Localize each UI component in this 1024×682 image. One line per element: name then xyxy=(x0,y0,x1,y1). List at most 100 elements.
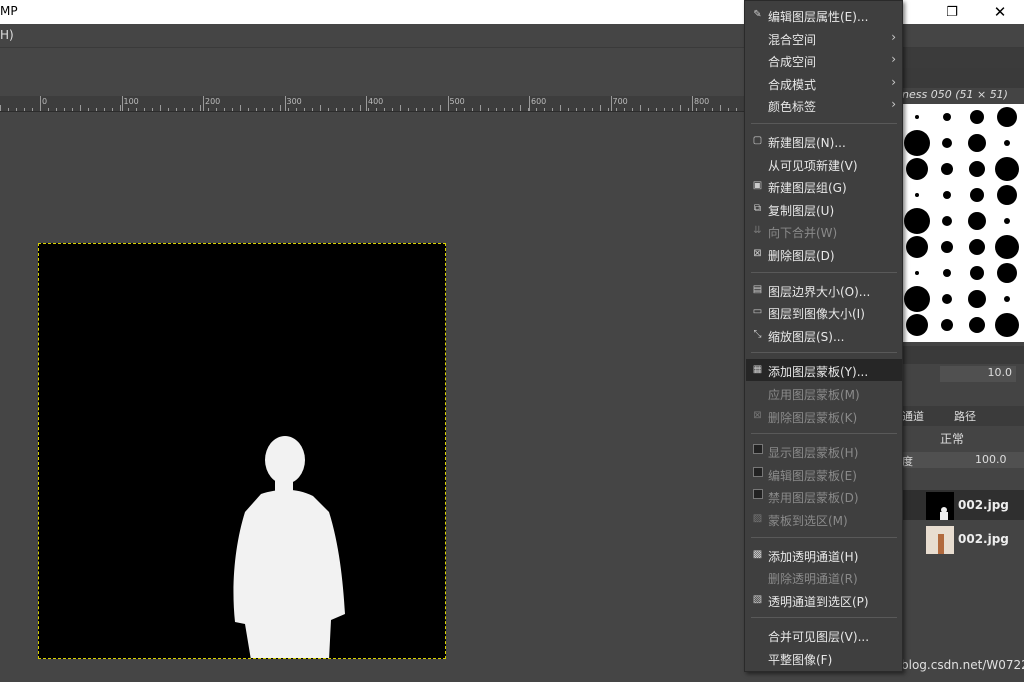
brush-preset[interactable] xyxy=(904,130,930,156)
brush-preset[interactable] xyxy=(968,290,986,308)
menu-item[interactable]: 合成模式 › xyxy=(746,72,902,94)
brush-preset[interactable] xyxy=(943,191,951,199)
menu-item[interactable]: 合并可见图层(V)... xyxy=(746,624,902,646)
submenu-arrow-icon: › xyxy=(891,97,896,112)
close-button[interactable]: ✕ xyxy=(978,0,1022,24)
brush-preset[interactable] xyxy=(943,269,951,277)
layer-mode-select[interactable]: 正常 xyxy=(940,430,964,447)
brush-preset[interactable] xyxy=(942,138,952,148)
brush-preset[interactable] xyxy=(906,236,928,258)
menu-item[interactable]: ▩ 添加透明通道(H) xyxy=(746,544,902,566)
brush-preset[interactable] xyxy=(970,266,984,280)
ruler-label: 200 xyxy=(205,97,221,106)
brush-grid[interactable] xyxy=(902,104,1024,342)
horizontal-ruler[interactable]: 0 100 200 300 400 500 600 700 800 xyxy=(0,96,746,112)
brush-preset[interactable] xyxy=(906,314,928,336)
brush-preset[interactable] xyxy=(1004,218,1010,224)
layer-row[interactable]: 002.jpg xyxy=(900,524,1024,554)
tab-channels[interactable]: 通道 xyxy=(902,408,924,424)
menu-item[interactable]: ⊠ 删除图层蒙板(K) xyxy=(746,405,902,427)
brush-preset[interactable] xyxy=(997,263,1017,283)
brush-preset[interactable] xyxy=(968,134,986,152)
brush-preset[interactable] xyxy=(970,188,984,202)
brush-preset[interactable] xyxy=(942,216,952,226)
image-canvas[interactable] xyxy=(38,243,446,659)
menu-item[interactable]: ▣ 新建图层组(G) xyxy=(746,175,902,197)
brush-action-icons[interactable] xyxy=(900,384,1024,402)
brush-preset[interactable] xyxy=(969,161,985,177)
brush-preset[interactable] xyxy=(970,110,984,124)
menu-item[interactable]: ⧉ 复制图层(U) xyxy=(746,198,902,220)
ruler-label: 100 xyxy=(123,97,139,106)
brush-preset[interactable] xyxy=(968,212,986,230)
menu-item[interactable]: 禁用图层蒙板(D) xyxy=(746,485,902,507)
dock-tabs[interactable] xyxy=(900,48,1024,68)
menu-item[interactable]: ⊠ 删除图层(D) xyxy=(746,243,902,265)
menu-item[interactable]: ▨ 蒙板到选区(M) xyxy=(746,508,902,530)
menu-item[interactable]: 合成空间 › xyxy=(746,49,902,71)
menu-item[interactable]: ▧ 透明通道到选区(P) xyxy=(746,589,902,611)
brush-preset[interactable] xyxy=(995,313,1019,337)
menu-item[interactable]: 平整图像(F) xyxy=(746,647,902,669)
menu-item[interactable]: ⤡ 缩放图层(S)... xyxy=(746,324,902,346)
brush-preset[interactable] xyxy=(915,193,919,197)
layers-dock-tabs[interactable]: 通道 路径 xyxy=(900,406,1024,426)
brush-preset[interactable] xyxy=(904,286,930,312)
ruler-minor-tick xyxy=(128,108,129,111)
brush-preset[interactable] xyxy=(969,317,985,333)
dock-select-row[interactable] xyxy=(900,346,1024,364)
ruler-minor-tick xyxy=(312,108,313,111)
brush-preset[interactable] xyxy=(997,107,1017,127)
menu-item[interactable]: ▦ 添加图层蒙板(Y)... xyxy=(746,359,902,382)
ruler-minor-tick xyxy=(688,108,689,111)
lock-icons-row[interactable] xyxy=(900,470,1024,488)
layer-row[interactable]: 002.jpg xyxy=(900,490,1024,520)
menu-item[interactable]: ▭ 图层到图像大小(I) xyxy=(746,301,902,323)
brush-preset[interactable] xyxy=(915,271,919,275)
ruler-minor-tick xyxy=(144,108,145,111)
menu-item[interactable]: 颜色标签 › xyxy=(746,94,902,116)
brush-preset[interactable] xyxy=(941,163,953,175)
brush-preset[interactable] xyxy=(941,241,953,253)
brush-preset[interactable] xyxy=(969,239,985,255)
menu-item[interactable]: 删除透明通道(R) xyxy=(746,566,902,588)
brush-preset[interactable] xyxy=(995,235,1019,259)
layer-context-menu[interactable]: ✎ 编辑图层属性(E)... 混合空间 › 合成空间 › 合成模式 › 颜色标签 › ▢ 新建图层(N… xyxy=(744,0,903,672)
ruler-minor-tick xyxy=(640,105,641,111)
ruler-label: 300 xyxy=(286,97,302,106)
brush-preset[interactable] xyxy=(1004,296,1010,302)
ruler-minor-tick xyxy=(288,108,289,111)
brush-preset[interactable] xyxy=(915,115,919,119)
opacity-value[interactable]: 100.0 xyxy=(975,453,1007,466)
brush-preset[interactable] xyxy=(943,113,951,121)
menu-item-label: 删除图层(D) xyxy=(768,249,835,263)
brush-filter-row[interactable] xyxy=(900,68,1024,88)
menu-item[interactable]: 编辑图层蒙板(E) xyxy=(746,463,902,485)
spacing-value[interactable]: 10.0 xyxy=(940,366,1016,382)
menu-item[interactable]: ✎ 编辑图层属性(E)... xyxy=(746,4,902,26)
ruler-minor-tick xyxy=(216,108,217,111)
menu-item[interactable]: 从可见项新建(V) xyxy=(746,153,902,175)
menu-item-label: 添加图层蒙板(Y)... xyxy=(768,365,869,380)
menu-item[interactable]: 显示图层蒙板(H) xyxy=(746,440,902,462)
brush-preset[interactable] xyxy=(942,294,952,304)
menu-item[interactable]: ⇊ 向下合并(W) xyxy=(746,220,902,242)
ruler-minor-tick xyxy=(472,108,473,111)
restore-button[interactable]: ❐ xyxy=(930,0,974,24)
tab-paths[interactable]: 路径 xyxy=(954,408,976,424)
brush-preset[interactable] xyxy=(941,319,953,331)
ruler-minor-tick xyxy=(488,108,489,111)
ruler-minor-tick xyxy=(560,105,561,111)
brush-preset[interactable] xyxy=(904,208,930,234)
brush-preset[interactable] xyxy=(995,157,1019,181)
menu-help[interactable]: H) xyxy=(0,28,14,42)
menu-item[interactable]: ▤ 图层边界大小(O)... xyxy=(746,279,902,301)
menu-item[interactable]: 应用图层蒙板(M) xyxy=(746,382,902,404)
brush-preset[interactable] xyxy=(1004,140,1010,146)
menu-item[interactable]: ▢ 新建图层(N)... xyxy=(746,130,902,152)
brush-preset[interactable] xyxy=(997,185,1017,205)
menu-item-label: 编辑图层属性(E)... xyxy=(768,10,869,24)
brush-preset[interactable] xyxy=(906,158,928,180)
menu-item[interactable]: 混合空间 › xyxy=(746,27,902,49)
ruler-minor-tick xyxy=(384,108,385,111)
